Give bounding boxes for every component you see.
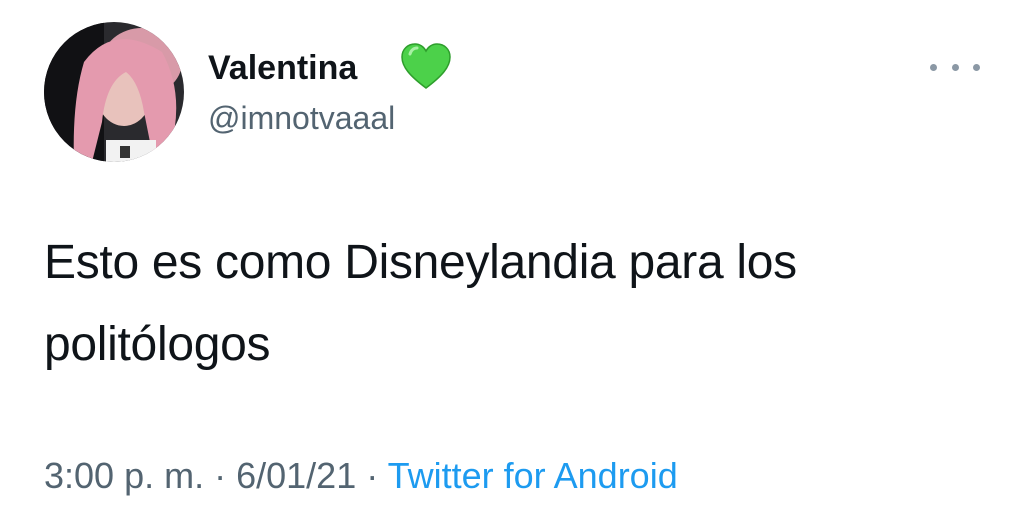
avatar-image	[44, 22, 184, 162]
user-handle[interactable]: @imnotvaaal	[208, 97, 395, 139]
tweet-card: Valentina @imnotvaaal Esto es como Disne…	[0, 0, 1024, 530]
more-options-button[interactable]	[930, 52, 980, 82]
more-dot-icon	[973, 63, 980, 71]
meta-separator: ·	[366, 455, 388, 496]
tweet-time[interactable]: 3:00 p. m.	[44, 455, 204, 496]
meta-separator: ·	[214, 455, 237, 496]
more-dot-icon	[951, 63, 959, 71]
tweet-text: Esto es como Disneylandia para los polit…	[44, 222, 984, 386]
tweet-source-link[interactable]: Twitter for Android	[388, 455, 678, 496]
tweet-meta: 3:00 p. m. · 6/01/21 · Twitter for Andro…	[44, 452, 678, 500]
more-dot-icon	[930, 63, 937, 71]
tweet-text-line: politólogos	[44, 318, 271, 371]
tweet-date[interactable]: 6/01/21	[236, 455, 356, 496]
display-name[interactable]: Valentina	[208, 46, 357, 90]
tweet-text-line: Esto es como Disneylandia para los	[44, 236, 797, 289]
avatar[interactable]	[44, 22, 184, 162]
green-heart-icon	[401, 43, 451, 89]
